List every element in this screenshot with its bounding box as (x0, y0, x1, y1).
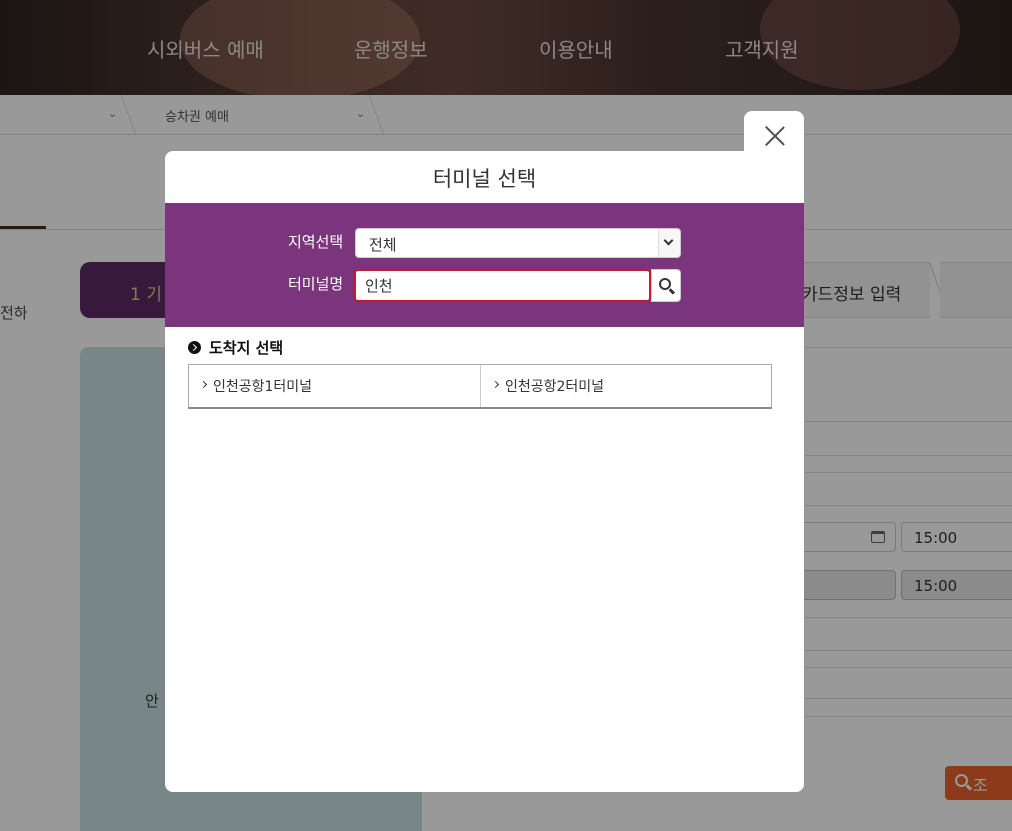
terminal-name-input[interactable]: 인천 (354, 269, 651, 302)
region-select[interactable]: 전체 (355, 228, 681, 258)
terminal-result-label: 인천공항1터미널 (213, 379, 313, 395)
region-select-value: 전체 (369, 236, 397, 254)
modal-title: 터미널 선택 (432, 167, 537, 191)
region-label: 지역선택 (288, 233, 344, 251)
terminal-select-modal: 터미널 선택 지역선택 전체 터미널명 인천 도착지 선택 인천공항1터미널 인… (165, 151, 804, 792)
terminal-result-item[interactable]: 인천공항2터미널 (480, 365, 771, 407)
chevron-right-icon (199, 380, 208, 389)
terminal-name-label: 터미널명 (288, 275, 344, 293)
filter-area: 지역선택 전체 터미널명 인천 (165, 203, 804, 327)
terminal-result-table: 인천공항1터미널 인천공항2터미널 (188, 364, 772, 409)
search-icon (659, 278, 671, 290)
section-title: 도착지 선택 (209, 339, 284, 357)
terminal-result-label: 인천공항2터미널 (505, 379, 605, 395)
terminal-result-item[interactable]: 인천공항1터미널 (189, 365, 480, 407)
chevron-down-icon[interactable] (658, 229, 680, 257)
circle-arrow-icon (188, 341, 201, 354)
chevron-right-icon (491, 380, 500, 389)
terminal-search-button[interactable] (651, 269, 681, 302)
